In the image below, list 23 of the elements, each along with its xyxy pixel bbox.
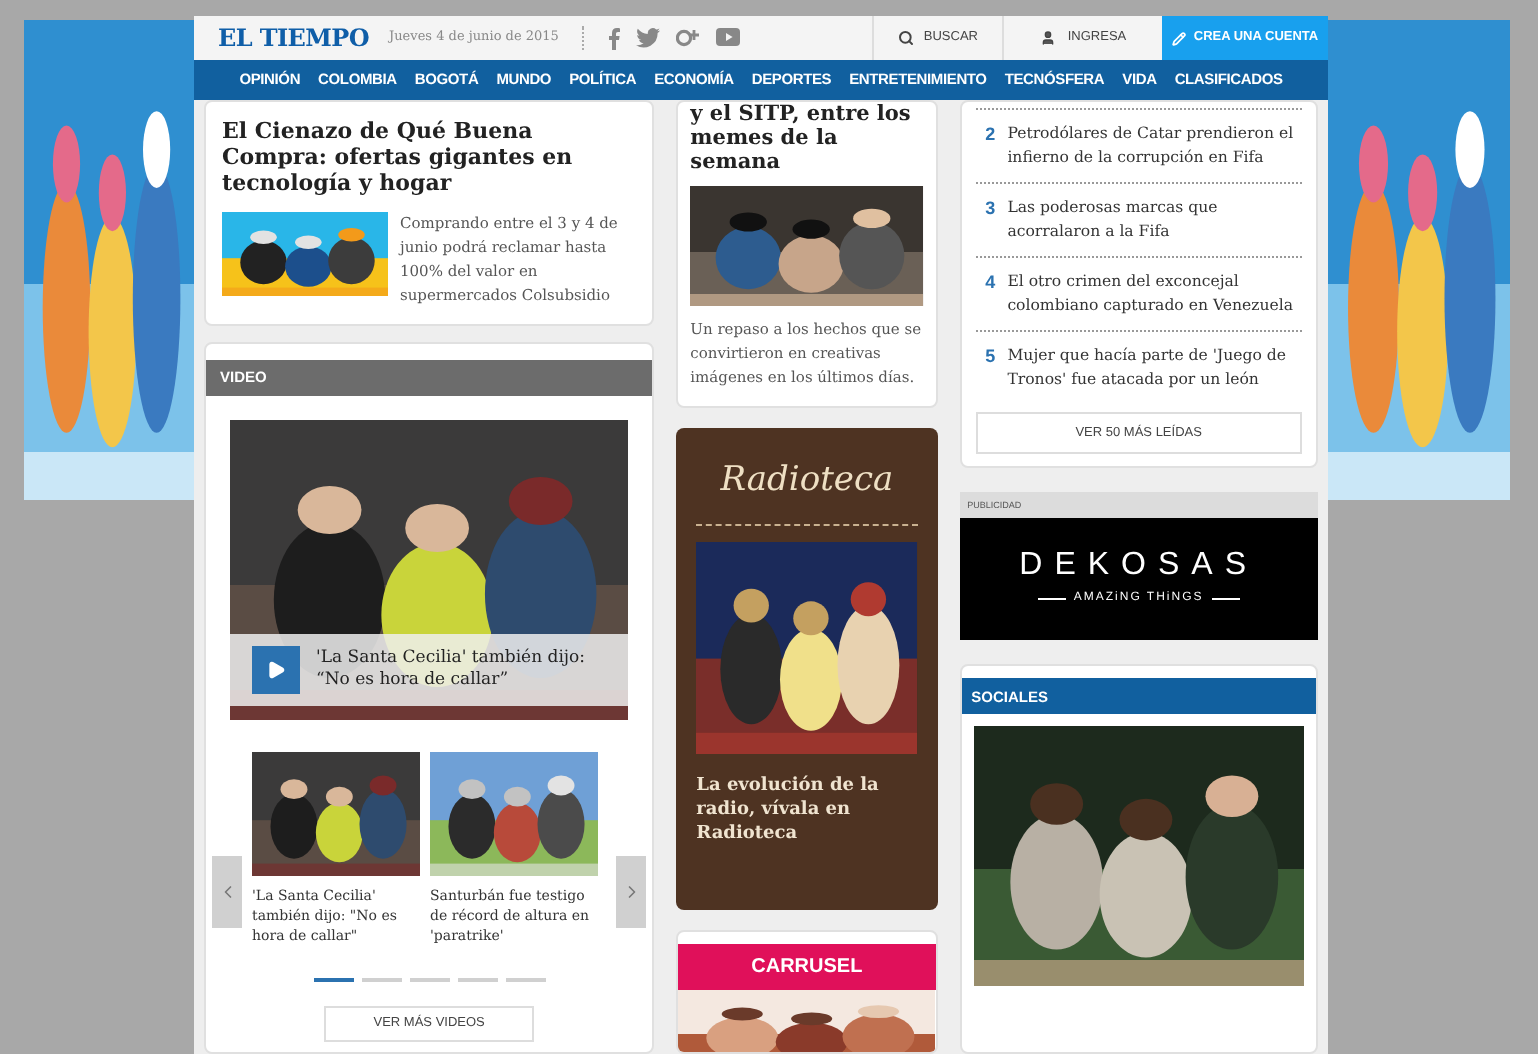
user-icon (1039, 30, 1056, 46)
rank-number: 3 (985, 196, 996, 222)
radioteca-logo[interactable]: Radioteca (696, 456, 918, 507)
article-title[interactable]: y el SITP, entre los memes de la semana (690, 102, 924, 174)
article-title[interactable]: El Cienazo de Qué Buena Compra: ofertas gigantes en tecnología y hogar (222, 118, 637, 196)
next-button[interactable] (616, 855, 647, 927)
rank-number: 4 (985, 270, 996, 296)
play-button[interactable] (252, 646, 300, 694)
logo[interactable]: EL TIEMPO (218, 20, 370, 56)
pencil-icon (1171, 31, 1186, 45)
ad-brand: DEKOSAS (1019, 550, 1259, 583)
twitter-icon[interactable] (636, 27, 661, 47)
search-icon (897, 30, 914, 46)
carousel-indicator[interactable] (313, 978, 354, 982)
video-title[interactable]: 'La Santa Cecilia' también dijo: “No es hora de callar” (316, 648, 607, 692)
facebook-icon[interactable] (608, 27, 621, 49)
carrusel-banner[interactable]: CARRUSEL (678, 944, 936, 990)
google-plus-icon[interactable] (676, 27, 701, 47)
radioteca-caption[interactable]: La evolución de la radio, vívala en Radioteca (696, 773, 918, 845)
play-icon (266, 660, 286, 680)
rank-number: 2 (985, 122, 996, 148)
rank-number: 5 (985, 344, 996, 370)
youtube-icon[interactable] (716, 27, 741, 45)
